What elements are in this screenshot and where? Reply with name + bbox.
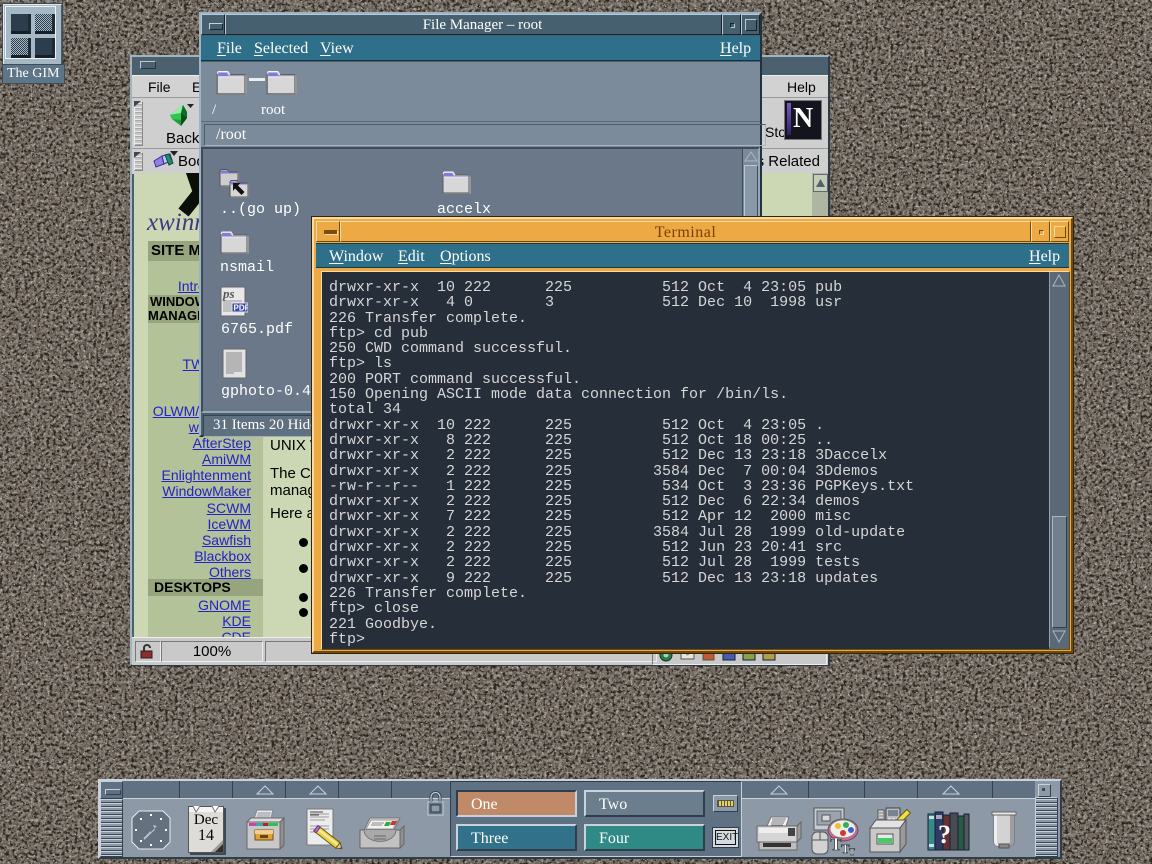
svg-text:?: ? [938,820,951,849]
svg-text:T: T [849,847,855,856]
